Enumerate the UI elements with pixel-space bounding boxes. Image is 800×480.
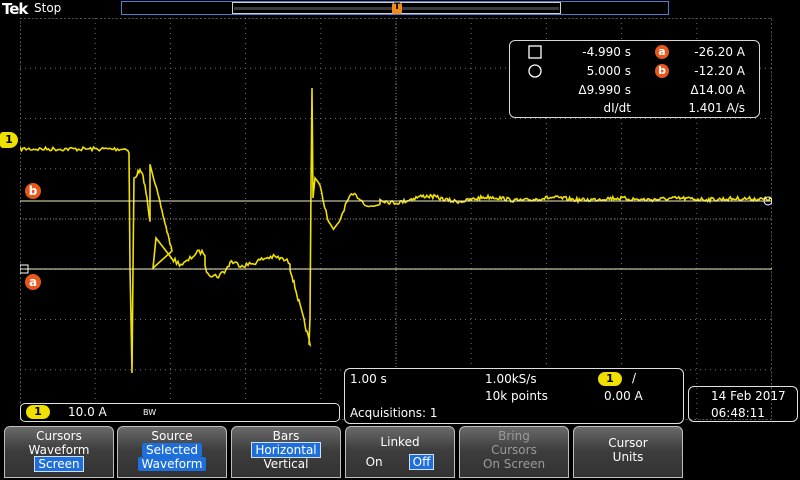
acquisitions-count: Acquisitions: 1 <box>350 406 438 420</box>
cursor-square-icon <box>528 45 542 59</box>
cursors-option-screen: Screen <box>34 456 84 472</box>
record-length: 10k points <box>485 389 548 403</box>
run-state-label: Stop <box>34 1 62 15</box>
cursor2-value: -12.20 A <box>694 64 745 78</box>
linked-title: Linked <box>380 435 420 449</box>
linked-button[interactable]: Linked On Off <box>345 426 455 478</box>
cursor-a-badge[interactable]: a <box>25 274 41 290</box>
trigger-level: 0.00 A <box>604 389 643 403</box>
cursor-units-line2: Units <box>612 450 644 464</box>
cursor1-value: -26.20 A <box>694 45 745 59</box>
source-option-selected: Selected <box>141 443 203 457</box>
linked-option-off: Off <box>408 454 435 470</box>
readout-badge-b: b <box>655 64 669 78</box>
cursors-title: Cursors <box>36 429 82 443</box>
cursor1-time: -4.990 s <box>582 45 631 59</box>
bars-title: Bars <box>272 429 300 443</box>
rate-value: 1.401 A/s <box>688 101 745 115</box>
bars-option-horizontal: Horizontal <box>251 442 321 458</box>
bandwidth-limit-icon: BW <box>143 408 157 417</box>
tek-logo: Tek <box>2 0 28 18</box>
cursor-b-badge[interactable]: b <box>25 183 41 199</box>
source-title: Source <box>151 429 193 443</box>
channel-1-ground-marker[interactable]: 1 <box>0 132 18 148</box>
rate-label: dI/dt <box>603 101 631 115</box>
trigger-slope-icon: / <box>632 371 637 385</box>
bring-line3: On Screen <box>482 457 546 471</box>
source-option-waveform: Waveform <box>137 457 207 471</box>
channel-1-pill: 1 <box>26 405 50 419</box>
bars-button[interactable]: Bars Horizontal Vertical <box>231 426 341 478</box>
readout-badge-a: a <box>655 45 669 59</box>
sample-rate: 1.00kS/s <box>485 372 537 386</box>
delta-value: Δ14.00 A <box>690 83 745 97</box>
time: 06:48:11 <box>711 406 765 420</box>
cursor-units-button[interactable]: Cursor Units <box>573 426 683 478</box>
trigger-t-icon: T <box>394 2 401 12</box>
cursor2-time: 5.000 s <box>586 64 631 78</box>
date: 14 Feb 2017 <box>711 389 786 403</box>
cursor-readout-panel: -4.990 s a -26.20 A 5.000 s b -12.20 A Δ… <box>509 40 760 118</box>
delta-time: Δ9.990 s <box>578 83 631 97</box>
cursor-units-line1: Cursor <box>608 436 648 450</box>
bring-line2: Cursors <box>491 443 537 457</box>
cursor-circle-icon <box>528 64 542 78</box>
channel-scale: 10.0 A <box>68 405 107 419</box>
timebase: 1.00 s <box>350 372 387 386</box>
bring-cursors-on-screen-button[interactable]: Bring Cursors On Screen <box>459 426 569 478</box>
linked-option-on: On <box>365 455 383 469</box>
bars-option-vertical: Vertical <box>263 457 309 471</box>
bring-line1: Bring <box>498 429 530 443</box>
source-button[interactable]: Source Selected Waveform <box>117 426 227 478</box>
cursors-mode-button[interactable]: Cursors Waveform Screen <box>4 426 114 478</box>
cursors-option-waveform: Waveform <box>28 443 90 457</box>
trigger-source-pill: 1 <box>598 372 622 386</box>
